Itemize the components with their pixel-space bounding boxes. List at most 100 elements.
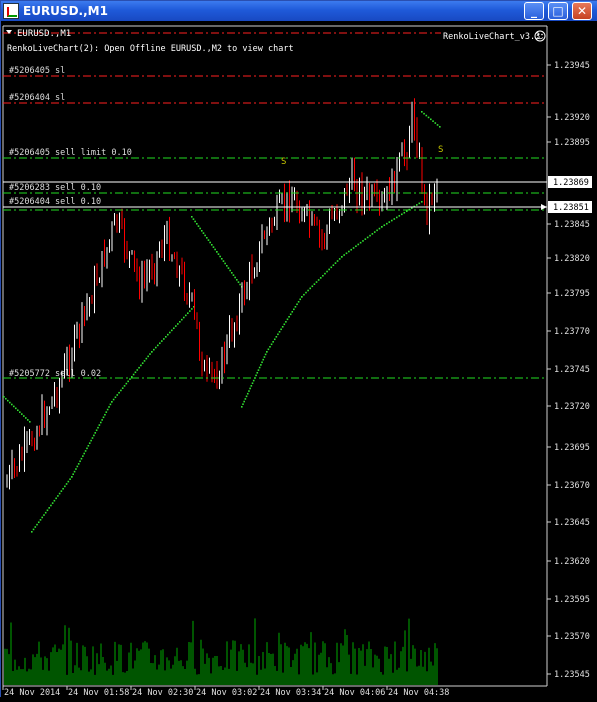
ma-dot [207,239,210,241]
ma-dot [272,341,274,343]
ma-dot [206,237,208,239]
ma-dot [189,310,191,312]
ma-dot [231,272,233,274]
price-tick-label: 1.23670 [554,481,590,491]
ma-dot [229,269,231,272]
ma-dot [434,122,437,124]
minimize-button[interactable]: _ [524,2,544,20]
ma-dot [319,277,322,279]
ma-dot [322,274,324,277]
ma-dot [236,279,238,281]
price-tick-label: 1.23945 [554,61,590,71]
ma-dot [134,371,137,374]
ma-dot [106,408,109,411]
ma-dot [173,327,175,330]
ma-dot [51,502,54,504]
ma-dot [131,376,133,378]
chart-area[interactable]: #5206405 sl #5206404 sl #5206405 sell li… [1,21,597,698]
ma-dot [181,318,183,321]
ma-dot [403,211,406,214]
ma-dot [83,452,86,455]
ma-dot [101,419,103,421]
ma-dot [275,336,278,338]
ma-dot [75,468,77,470]
ma-dot [255,374,257,377]
ma-dot [62,487,64,490]
price-tick-label: 1.23820 [554,254,590,264]
ma-dot [357,243,360,246]
ma-dot [427,116,430,119]
ma-dot [197,225,200,227]
ma-dot [108,406,110,408]
ma-dot [91,437,94,439]
ma-dot [43,514,45,516]
close-button[interactable]: ✕ [572,2,592,20]
ma-dot [262,358,265,361]
symbol-label: EURUSD.,M1 [17,29,71,39]
ma-dot [317,279,320,281]
price-tick-label: 1.23545 [554,670,590,680]
price-tick-label: 1.23795 [554,289,590,299]
price-tick-label: 1.23695 [554,443,590,453]
ma-dot [120,389,122,392]
ma-dot [15,407,17,410]
ma-dot [187,312,189,315]
ma-dot [305,291,307,294]
ma-dot [143,360,146,362]
ma-dot [116,394,119,396]
ma-dot [95,429,98,432]
ma-dot [118,391,120,394]
ma-dot [371,233,374,235]
ma-dot [179,321,181,323]
ma-dot [396,216,398,219]
indicator-info-text: RenkoLiveChart(2): Open Offline EURUSD.,… [7,44,294,54]
ma-dot [219,255,221,258]
price-chart[interactable]: #5206405 sl #5206404 sl #5206405 sell li… [1,21,597,698]
ma-dot [201,230,203,232]
ma-dot [286,318,289,321]
ma-dot [112,398,115,401]
ma-dot [343,254,345,256]
window-titlebar[interactable]: EURUSD.,M1 _ □ ✕ [1,1,597,21]
order-label-sell-2: #5206404 sell 0.10 [9,197,101,207]
ma-dot [169,331,171,334]
ma-dot [439,126,441,128]
ma-dot [359,241,362,244]
order-label-sell-1: #5206283 sell 0.10 [9,183,101,193]
maximize-button[interactable]: □ [548,2,568,20]
ma-dot [55,497,57,500]
ma-dot [348,250,350,253]
ma-dot [291,311,294,313]
ma-dot [416,204,418,206]
ma-dot [105,411,108,413]
ma-dot [341,256,343,258]
ma-dot [136,369,139,371]
ma-dot [125,382,128,385]
ma-dot [199,227,201,230]
ma-dot [232,274,235,276]
ma-dot [307,289,309,292]
ma-dot [362,240,364,242]
ma-dot [17,409,19,412]
order-label-sl-1: #5206405 sl [9,66,65,76]
chart-window-icon[interactable] [3,3,19,19]
ma-dot [248,390,250,392]
ma-dot [418,202,421,205]
ma-dot [90,439,92,442]
ma-dot [196,223,198,225]
ma-dot [260,364,262,366]
ma-dot [332,264,335,267]
ma-dot [369,234,371,237]
ma-dot [214,248,216,251]
price-tick-label: 1.23770 [554,327,590,337]
ma-dot [227,267,230,269]
ma-dot [256,371,259,374]
ma-dot [264,353,267,356]
ma-dot [97,426,99,429]
signal-mark: S [438,145,443,155]
ma-dot [324,272,326,275]
ma-dot [249,387,251,390]
ma-dot [338,258,341,260]
ma-dot [285,321,287,323]
ma-dot [309,287,312,290]
